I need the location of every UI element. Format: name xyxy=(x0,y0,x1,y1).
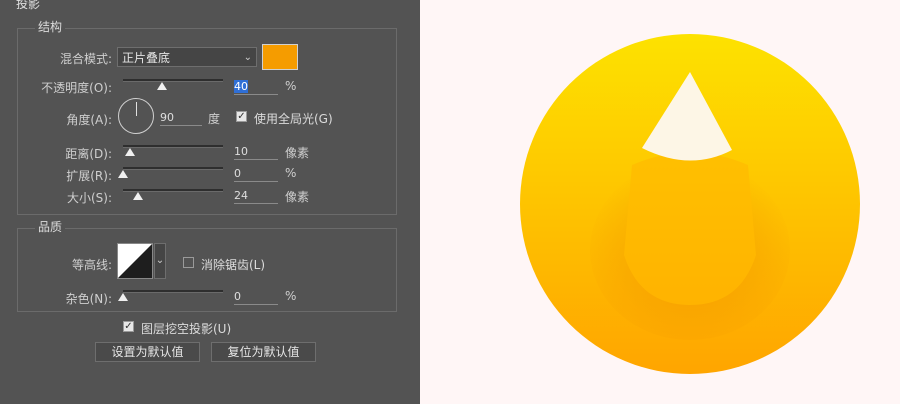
spread-slider-thumb[interactable] xyxy=(118,170,128,178)
distance-slider[interactable] xyxy=(123,145,223,148)
blend-mode-label: 混合模式: xyxy=(59,52,112,66)
angle-unit: 度 xyxy=(208,112,221,126)
quality-legend: 品质 xyxy=(35,218,66,235)
artwork-canvas xyxy=(420,0,900,404)
linear-contour-icon xyxy=(118,244,152,278)
drop-shadow-panel: 投影 结构 混合模式: 正片叠底 ⌄ 不透明度(O): 40 % 角度(A): … xyxy=(0,0,420,404)
opacity-label: 不透明度(O): xyxy=(41,81,112,95)
size-unit: 像素 xyxy=(285,190,310,204)
structure-legend: 结构 xyxy=(35,18,66,35)
global-light-checkbox[interactable]: ✓ xyxy=(236,111,247,122)
noise-slider-thumb[interactable] xyxy=(118,293,128,301)
angle-input[interactable]: 90 xyxy=(160,111,202,126)
spread-label: 扩展(R): xyxy=(66,169,112,183)
global-light-label: 使用全局光(G) xyxy=(254,112,333,126)
knockout-checkbox[interactable]: ✓ xyxy=(123,321,134,332)
opacity-slider-thumb[interactable] xyxy=(157,82,167,90)
chevron-down-icon: ⌄ xyxy=(155,255,165,266)
noise-slider[interactable] xyxy=(123,290,223,293)
panel-title: 投影 xyxy=(16,0,41,11)
noise-unit: % xyxy=(285,289,297,303)
size-input[interactable]: 24 xyxy=(234,189,278,204)
distance-label: 距离(D): xyxy=(65,147,112,161)
angle-label: 角度(A): xyxy=(66,113,112,127)
make-default-button[interactable]: 设置为默认值 xyxy=(95,342,200,362)
size-label: 大小(S): xyxy=(66,191,112,205)
knockout-label: 图层挖空投影(U) xyxy=(141,322,232,336)
distance-input[interactable]: 10 xyxy=(234,145,278,160)
anti-alias-label: 消除锯齿(L) xyxy=(201,258,266,272)
contour-dropdown-button[interactable]: ⌄ xyxy=(154,243,166,279)
spread-slider[interactable] xyxy=(123,167,223,170)
opacity-slider[interactable] xyxy=(123,79,223,82)
shadow-color-swatch[interactable] xyxy=(262,44,298,70)
yellow-drop-icon xyxy=(520,34,860,374)
angle-dial[interactable] xyxy=(118,98,154,134)
opacity-unit: % xyxy=(285,79,297,93)
spread-unit: % xyxy=(285,166,297,180)
noise-label: 杂色(N): xyxy=(65,292,112,306)
blend-mode-value: 正片叠底 xyxy=(122,51,171,65)
contour-label: 等高线: xyxy=(71,258,112,272)
distance-unit: 像素 xyxy=(285,146,310,160)
chevron-down-icon: ⌄ xyxy=(243,52,252,63)
contour-picker[interactable] xyxy=(117,243,153,279)
drop-body xyxy=(624,152,756,305)
anti-alias-checkbox[interactable] xyxy=(183,257,194,268)
size-slider-thumb[interactable] xyxy=(133,192,143,200)
blend-mode-select[interactable]: 正片叠底 ⌄ xyxy=(117,47,257,67)
spread-input[interactable]: 0 xyxy=(234,167,278,182)
reset-default-button[interactable]: 复位为默认值 xyxy=(211,342,316,362)
opacity-input[interactable]: 40 xyxy=(234,80,278,95)
noise-input[interactable]: 0 xyxy=(234,290,278,305)
distance-slider-thumb[interactable] xyxy=(125,148,135,156)
angle-dial-needle xyxy=(136,102,137,116)
